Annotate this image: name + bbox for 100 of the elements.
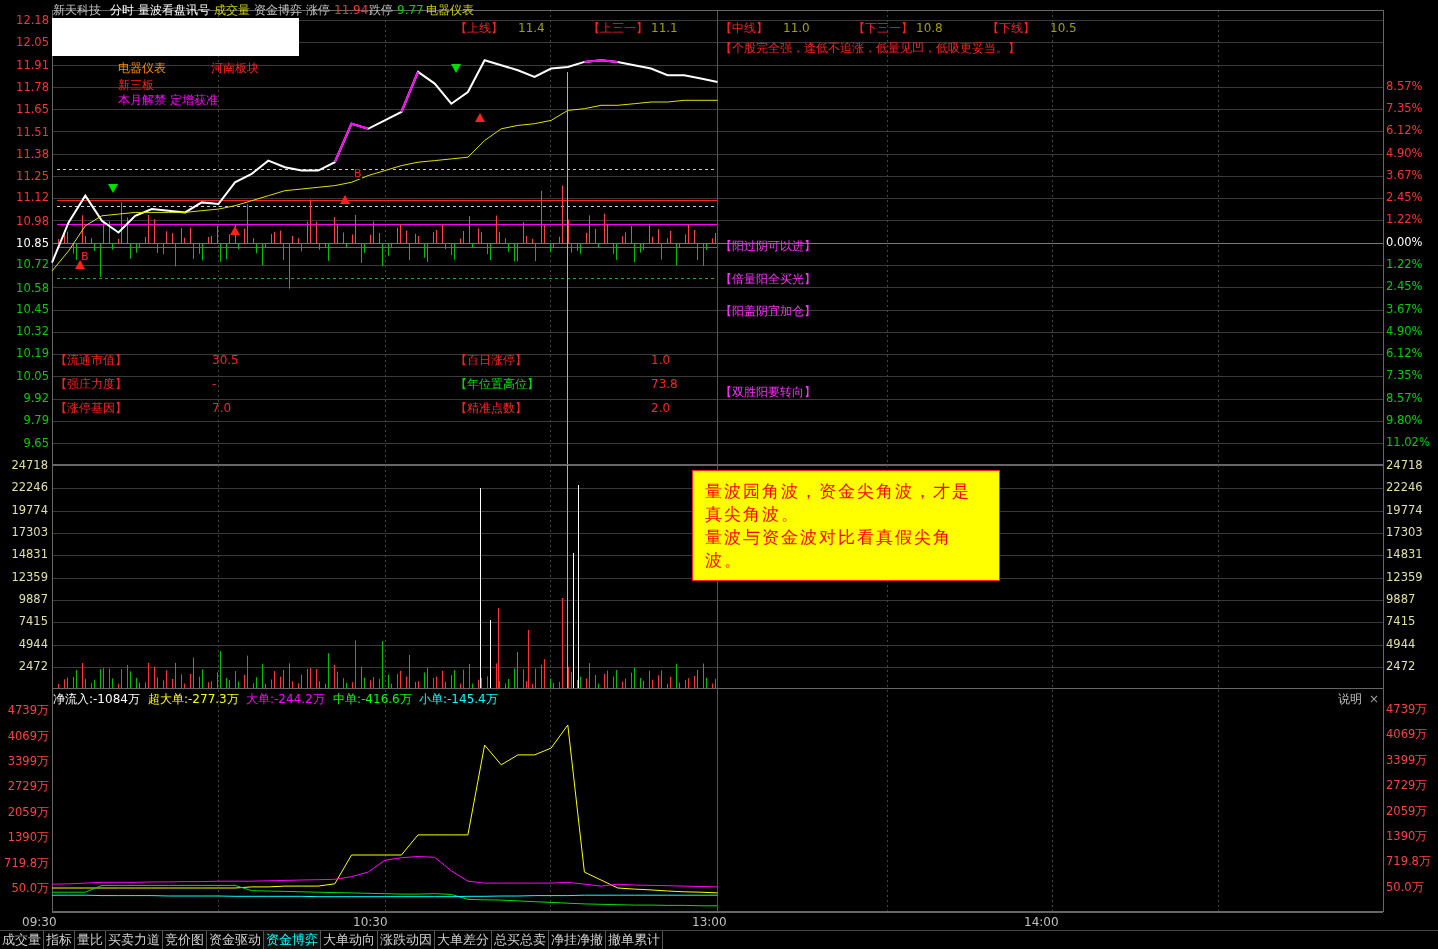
signal-text: 【倍量阳全买光】	[720, 273, 816, 285]
axis-tick: 3399万	[7, 754, 49, 768]
percent-tick: 1.22%	[1386, 258, 1423, 271]
level-value: 11.1	[651, 22, 678, 34]
indicator-tab[interactable]: 买卖力道	[106, 931, 163, 949]
flow-tick: 50.0万	[1386, 881, 1424, 894]
axis-tick: 10.05	[16, 369, 49, 384]
percent-tick: 2.45%	[1386, 281, 1423, 293]
header-text: 11.94	[334, 4, 369, 16]
header-text: 分时	[110, 4, 134, 16]
stat-label: 【百日涨停】	[455, 354, 527, 366]
indicator-tab[interactable]: 资金博弈	[264, 931, 321, 949]
axis-tick: 719.8万	[4, 855, 49, 870]
indicator-tab[interactable]: 竞价图	[163, 931, 207, 949]
volume-tick: 24718	[1386, 460, 1423, 472]
stat-value: -	[212, 378, 217, 390]
axis-tick: 10.85	[16, 235, 49, 250]
volume-tick: 12359	[1386, 571, 1423, 584]
flow-tick: 4739万	[1386, 704, 1428, 716]
indicator-tab[interactable]: 指标	[44, 931, 75, 949]
time-label: 09:30	[22, 916, 57, 928]
volume-tick: 7415	[17, 616, 48, 628]
axis-tick: 9.79	[23, 412, 49, 427]
stat-value: 7.0	[212, 402, 232, 414]
indicator-tab[interactable]: 净挂净撤	[549, 931, 606, 949]
axis-tick: 10.32	[16, 324, 49, 339]
volume-tick: 19774	[1386, 504, 1423, 517]
indicator-tab[interactable]: 量比	[75, 931, 106, 949]
axis-tick: 10.19	[16, 345, 49, 360]
flow-value: 中单:-416.6万	[333, 693, 412, 705]
header-text: 9.77	[397, 4, 424, 16]
flow-tick: 719.8万	[1386, 856, 1431, 868]
level-value: 11.0	[783, 22, 810, 34]
axis-tick: 11.38	[16, 146, 49, 161]
percent-tick: 11.02%	[1386, 437, 1430, 449]
axis-tick: 10.72	[16, 257, 49, 272]
percent-tick: 1.22%	[1386, 214, 1423, 226]
axis-tick: 2729万	[7, 779, 49, 794]
signal-text: 【阳盖阴宜加仓】	[720, 305, 816, 317]
percent-tick: 2.45%	[1386, 192, 1423, 204]
volume-tick: 14831	[1386, 549, 1423, 561]
indicator-tab[interactable]: 总买总卖	[492, 931, 549, 949]
axis-tick: 11.25	[16, 168, 49, 183]
percent-tick: 6.12%	[1386, 348, 1423, 360]
volume-tick: 4944	[1386, 638, 1416, 651]
level-label: 【下线】	[987, 22, 1035, 34]
indicator-tab[interactable]: 成交量	[0, 931, 44, 949]
level-value: 10.8	[916, 22, 943, 34]
flow-value: 大单:-244.2万	[246, 693, 325, 705]
volume-tick: 19774	[10, 504, 48, 517]
percent-tick: 8.57%	[1386, 392, 1423, 405]
axis-tick: 9.65	[23, 436, 49, 451]
signal-text: 【阳过阴可以进】	[720, 240, 816, 252]
axis-tick: 11.65	[16, 101, 49, 116]
indicator-tab[interactable]: 大单动向	[321, 931, 378, 949]
header-text: 新天科技	[53, 4, 101, 16]
percent-tick: 7.35%	[1386, 370, 1423, 382]
header-text: 电器仪表	[426, 4, 474, 16]
level-label: 【中线】	[720, 22, 768, 34]
help-button[interactable]: 说明	[1338, 693, 1362, 705]
axis-tick: 9.92	[23, 391, 49, 406]
sector-tag: 电器仪表	[118, 62, 166, 74]
axis-tick: 12.18	[16, 13, 49, 27]
volume-tick: 2472	[1386, 661, 1416, 673]
percent-tick: 9.80%	[1386, 414, 1423, 427]
time-label: 10:30	[353, 916, 388, 928]
stat-value: 2.0	[651, 402, 671, 414]
axis-tick: 11.91	[16, 58, 49, 73]
time-label: 14:00	[1024, 916, 1059, 928]
flow-tick: 2729万	[1386, 780, 1428, 792]
indicator-tab[interactable]: 涨跌动因	[378, 931, 435, 949]
close-button[interactable]: ×	[1369, 693, 1380, 705]
flow-value: 小单:-145.4万	[419, 693, 498, 705]
axis-tick: 10.45	[16, 302, 49, 317]
volume-tick: 22246	[1386, 482, 1423, 494]
buy-marker: B	[81, 251, 89, 262]
percent-tick: 0.00%	[1386, 236, 1423, 249]
stat-label: 【精准点数】	[455, 402, 527, 414]
flow-value: 净流入:-1084万	[53, 693, 140, 705]
axis-tick: 10.58	[16, 280, 49, 295]
axis-tick: 11.78	[16, 79, 49, 94]
volume-tick: 7415	[1386, 616, 1416, 628]
indicator-tab[interactable]: 大单差分	[435, 931, 492, 949]
level-label: 【上线】	[455, 22, 503, 34]
stat-value: 73.8	[651, 378, 678, 390]
stat-label: 【流通市值】	[55, 354, 127, 366]
signal-text: 【双胜阳要转向】	[720, 386, 816, 398]
flow-value: 超大单:-277.3万	[148, 693, 239, 705]
volume-tick: 2472	[17, 661, 48, 673]
volume-tick: 22246	[10, 482, 48, 494]
axis-tick: 2059万	[7, 804, 49, 819]
volume-tick: 17303	[10, 527, 48, 539]
flow-tick: 3399万	[1386, 754, 1428, 767]
flow-tick: 1390万	[1386, 831, 1428, 843]
indicator-tab[interactable]: 撤单累计	[606, 931, 663, 949]
stat-label: 【年位置高位】	[455, 378, 539, 390]
header-text: 资金博弈	[254, 4, 302, 16]
volume-tick: 9887	[1386, 594, 1416, 606]
advice-text: 【个股完全强，逢低不追涨，低量见凹，低吸更妥当。】	[720, 42, 1020, 54]
stat-value: 1.0	[651, 354, 671, 366]
